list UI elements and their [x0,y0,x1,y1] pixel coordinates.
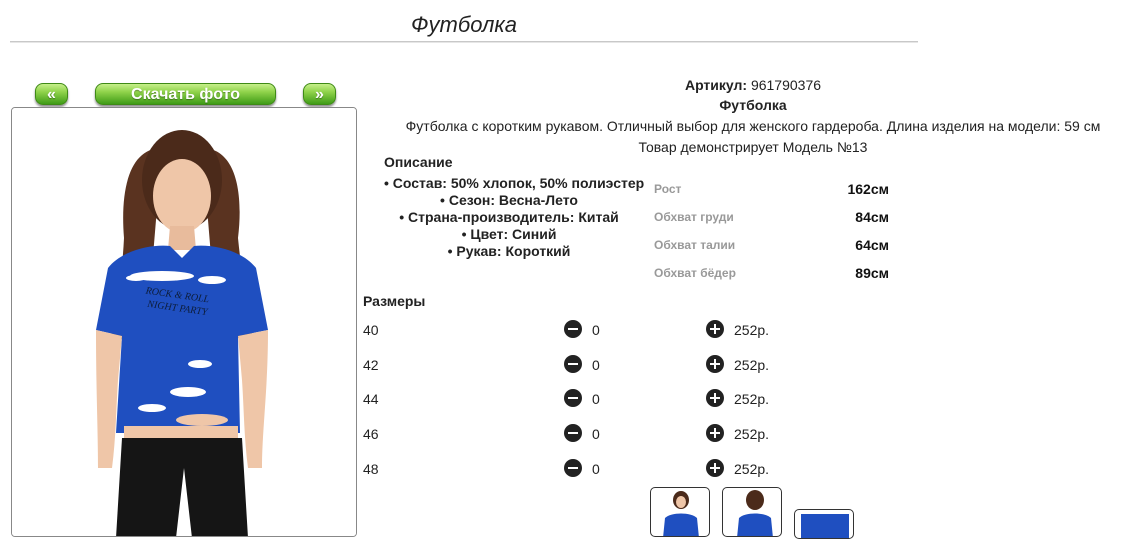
minus-icon[interactable] [564,389,582,407]
size-label: 46 [363,426,379,442]
measure-label-chest: Обхват груди [654,210,734,224]
quantity-value: 0 [592,322,600,338]
quantity-value: 0 [592,391,600,407]
size-row: 42 0 252р. [363,355,783,375]
quantity-value: 0 [592,357,600,373]
prev-photo-button[interactable]: « [35,83,68,105]
measure-value-chest: 84см [855,209,889,225]
measure-label-height: Рост [654,182,682,196]
plus-icon[interactable] [706,355,724,373]
minus-icon[interactable] [564,459,582,477]
sizes-title: Размеры [363,293,426,309]
spec-item: Состав: 50% хлопок, 50% полиэстер [384,175,644,192]
size-label: 40 [363,322,379,338]
minus-icon[interactable] [564,320,582,338]
plus-icon[interactable] [706,459,724,477]
thumbnail-image [663,491,699,536]
page-title: Футболка [411,12,517,37]
model-note: Товар демонстрирует Модель №13 [638,139,868,155]
price-value: 252р. [734,322,770,338]
size-row: 48 0 252р. [363,459,783,479]
minus-icon[interactable] [564,355,582,373]
size-label: 48 [363,461,379,477]
thumbnail-image [801,514,849,538]
size-row: 46 0 252р. [363,424,783,444]
title-divider [10,41,918,43]
thumbnail-image [737,490,773,536]
download-photo-button[interactable]: Скачать фото [95,83,276,105]
spec-item: Цвет: Синий [384,226,634,243]
size-row: 40 0 252р. [363,320,783,340]
spec-item: Рукав: Короткий [384,243,634,260]
spec-item: Страна-производитель: Китай [384,209,634,226]
price-value: 252р. [734,391,770,407]
price-value: 252р. [734,461,770,477]
size-label: 44 [363,391,379,407]
price-value: 252р. [734,357,770,373]
measure-label-waist: Обхват талии [654,238,736,252]
thumbnail-2[interactable] [722,487,782,537]
measure-value-waist: 64см [855,237,889,253]
article-value: 961790376 [750,77,822,93]
description-title: Описание [384,154,453,170]
thumbnail-1[interactable] [650,487,710,537]
product-photo[interactable]: ROCK & ROLL NIGHT PARTY [11,107,357,537]
measure-label-hips: Обхват бёдер [654,266,736,280]
plus-icon[interactable] [706,320,724,338]
size-row: 44 0 252р. [363,389,783,409]
next-photo-button[interactable]: » [303,83,336,105]
article-label: Артикул: [684,77,748,93]
thumbnail-3[interactable] [794,509,854,539]
description-list: Состав: 50% хлопок, 50% полиэстер Сезон:… [384,175,644,260]
measure-value-height: 162см [847,181,889,197]
price-value: 252р. [734,426,770,442]
plus-icon[interactable] [706,424,724,442]
minus-icon[interactable] [564,424,582,442]
size-label: 42 [363,357,379,373]
spec-item: Сезон: Весна-Лето [384,192,634,209]
product-description: Футболка с коротким рукавом. Отличный вы… [405,118,1101,134]
measure-value-hips: 89см [855,265,889,281]
plus-icon[interactable] [706,389,724,407]
model-photo-illustration: ROCK & ROLL NIGHT PARTY [12,108,356,536]
product-name: Футболка [719,97,787,113]
article-line: Артикул: 961790376 [380,77,1126,93]
quantity-value: 0 [592,461,600,477]
quantity-value: 0 [592,426,600,442]
